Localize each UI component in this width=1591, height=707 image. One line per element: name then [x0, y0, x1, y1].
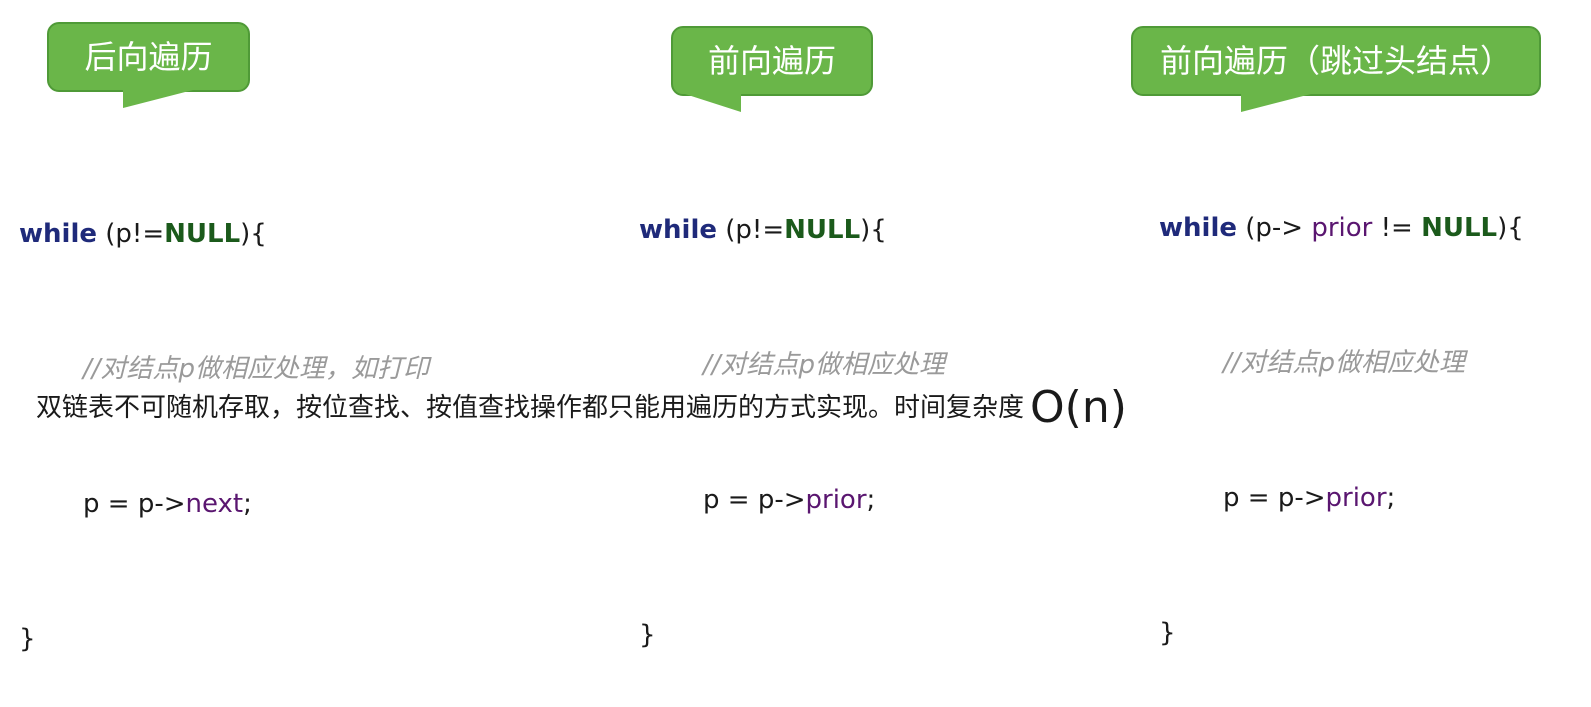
callout-tail — [123, 90, 193, 108]
condition-suffix: ){ — [1497, 213, 1524, 243]
code-comment: //对结点p做相应处理 — [1223, 348, 1466, 378]
code-line-assign: p = p->prior; — [639, 478, 945, 523]
callout-forward-traversal-skip-head: 前向遍历（跳过头结点） — [1131, 26, 1541, 112]
callout-label: 后向遍历 — [84, 38, 213, 76]
summary-line: 双链表不可随机存取，按位查找、按值查找操作都只能用遍历的方式实现。时间复杂度 O(… — [36, 382, 1127, 433]
assign-suffix: ; — [866, 485, 876, 515]
keyword-while: while — [19, 219, 97, 249]
code-line-while: while (p!=NULL){ — [19, 212, 429, 257]
assign-suffix: ; — [243, 489, 252, 519]
callout-forward-traversal: 前向遍历 — [671, 26, 873, 112]
condition-member: prior — [1311, 213, 1373, 243]
code-line-close: } — [19, 617, 429, 662]
condition-prefix: (p!= — [97, 219, 165, 249]
keyword-while: while — [639, 215, 717, 245]
condition-mid: != — [1372, 213, 1422, 243]
keyword-null: NULL — [784, 215, 861, 245]
closing-brace: } — [1159, 618, 1176, 648]
assign-prefix: p = p-> — [1223, 483, 1326, 513]
member-name: prior — [805, 485, 867, 515]
condition-prefix: (p-> — [1237, 213, 1312, 243]
code-line-close: } — [639, 613, 945, 658]
condition-suffix: ){ — [240, 219, 267, 249]
member-name: next — [185, 489, 244, 519]
code-line-comment: //对结点p做相应处理 — [1159, 341, 1524, 386]
assign-prefix: p = p-> — [703, 485, 806, 515]
complexity-label: O(n) — [1030, 382, 1127, 433]
callout-label: 前向遍历 — [707, 42, 836, 80]
keyword-while: while — [1159, 213, 1237, 243]
code-line-assign: p = p->prior; — [1159, 476, 1524, 521]
callout-label: 前向遍历（跳过头结点） — [1159, 42, 1512, 80]
code-comment: //对结点p做相应处理 — [703, 350, 946, 380]
callout-tail — [1241, 94, 1311, 112]
keyword-null: NULL — [1421, 213, 1498, 243]
code-line-while: while (p-> prior != NULL){ — [1159, 206, 1524, 251]
closing-brace: } — [639, 620, 656, 650]
code-line-close: } — [1159, 611, 1524, 656]
keyword-null: NULL — [164, 219, 241, 249]
code-line-assign: p = p->next; — [19, 482, 429, 527]
member-name: prior — [1325, 483, 1387, 513]
code-comment: //对结点p做相应处理，如打印 — [83, 354, 430, 384]
assign-prefix: p = p-> — [83, 489, 186, 519]
callout-tail — [685, 94, 741, 112]
callout-backward-traversal: 后向遍历 — [47, 22, 250, 108]
closing-brace: } — [19, 624, 36, 654]
condition-prefix: (p!= — [717, 215, 785, 245]
condition-suffix: ){ — [860, 215, 887, 245]
code-line-while: while (p!=NULL){ — [639, 208, 945, 253]
code-block-forward-skip-head: while (p-> prior != NULL){ //对结点p做相应处理 p… — [1159, 116, 1524, 701]
assign-suffix: ; — [1386, 483, 1396, 513]
summary-text: 双链表不可随机存取，按位查找、按值查找操作都只能用遍历的方式实现。时间复杂度 — [36, 393, 1025, 423]
